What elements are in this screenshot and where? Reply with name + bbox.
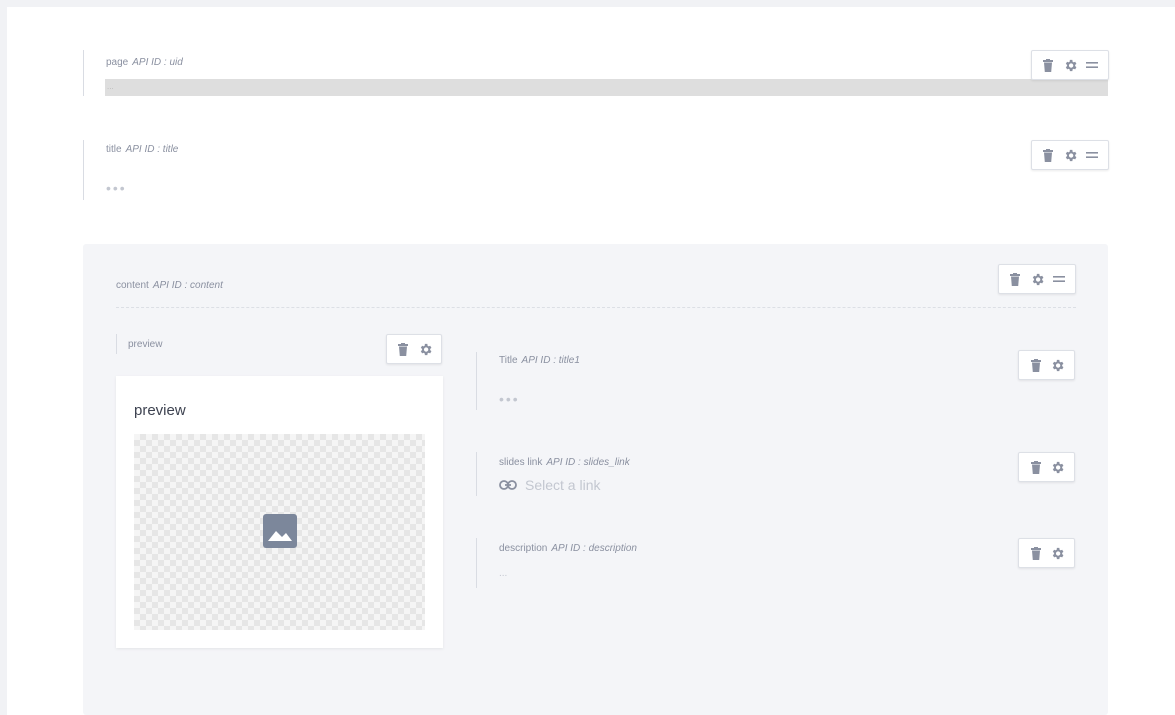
field-api-id: API ID : title [125, 144, 179, 155]
description-field-toolbar [1018, 538, 1075, 568]
field-name: Title [499, 355, 518, 366]
title1-field-label: Title API ID : title1 [499, 355, 580, 366]
field-api-id: API ID : uid [132, 57, 183, 68]
drag-handle-icon[interactable] [1051, 271, 1067, 287]
trash-icon[interactable] [1028, 357, 1044, 373]
link-placeholder: Select a link [525, 477, 601, 493]
title-field-toolbar [1031, 140, 1109, 170]
description-field-label: description API ID : description [499, 543, 637, 554]
slides-link-input[interactable]: Select a link [499, 477, 600, 493]
field-name: slides link [499, 457, 543, 468]
image-icon [263, 514, 297, 548]
slides-link-field-marker [476, 452, 478, 496]
slice-name: content [116, 280, 149, 291]
drag-handle-icon[interactable] [1084, 147, 1100, 163]
trash-icon[interactable] [395, 341, 411, 357]
field-name: description [499, 543, 548, 554]
uid-input[interactable]: ... [105, 79, 1108, 96]
slides-link-field-label: slides link API ID : slides_link [499, 457, 630, 468]
preview-card-title: preview [134, 402, 186, 419]
field-api-id: API ID : description [551, 543, 637, 554]
gear-icon[interactable] [417, 341, 433, 357]
slice-api-id: API ID : content [152, 280, 223, 291]
gear-icon[interactable] [1050, 357, 1066, 373]
title-input[interactable]: ••• [106, 180, 127, 196]
gear-icon[interactable] [1050, 545, 1066, 561]
field-api-id: API ID : title1 [521, 355, 580, 366]
link-icon [499, 480, 517, 490]
description-field-marker [476, 538, 478, 588]
trash-icon[interactable] [1007, 271, 1023, 287]
gear-icon[interactable] [1062, 147, 1078, 163]
preview-field-marker [116, 334, 118, 354]
trash-icon[interactable] [1040, 57, 1056, 73]
gear-icon[interactable] [1062, 57, 1078, 73]
trash-icon[interactable] [1040, 147, 1056, 163]
field-api-id: API ID : slides_link [546, 457, 630, 468]
title-field: title API ID : title ••• [83, 140, 1109, 200]
content-slice-label: content API ID : content [116, 280, 223, 291]
field-name: page [106, 57, 129, 68]
preview-field-label: preview [128, 339, 163, 350]
trash-icon[interactable] [1028, 459, 1044, 475]
drag-handle-icon[interactable] [1084, 57, 1100, 73]
trash-icon[interactable] [1028, 545, 1044, 561]
description-input[interactable]: ... [499, 568, 507, 579]
page-field-toolbar [1031, 50, 1109, 80]
gear-icon[interactable] [1050, 459, 1066, 475]
field-name: title [106, 144, 122, 155]
title1-field-marker [476, 352, 478, 410]
title1-field-toolbar [1018, 350, 1075, 380]
image-placeholder[interactable] [134, 434, 425, 630]
gear-icon[interactable] [1029, 271, 1045, 287]
slice-divider [116, 307, 1076, 308]
page-field-label: page API ID : uid [106, 57, 183, 68]
title-field-label: title API ID : title [106, 144, 178, 155]
preview-field-toolbar [386, 334, 442, 364]
content-slice-toolbar [998, 264, 1076, 294]
slides-link-field-toolbar [1018, 452, 1075, 482]
preview-card[interactable]: preview [116, 376, 443, 648]
title1-input[interactable]: ••• [499, 391, 520, 407]
